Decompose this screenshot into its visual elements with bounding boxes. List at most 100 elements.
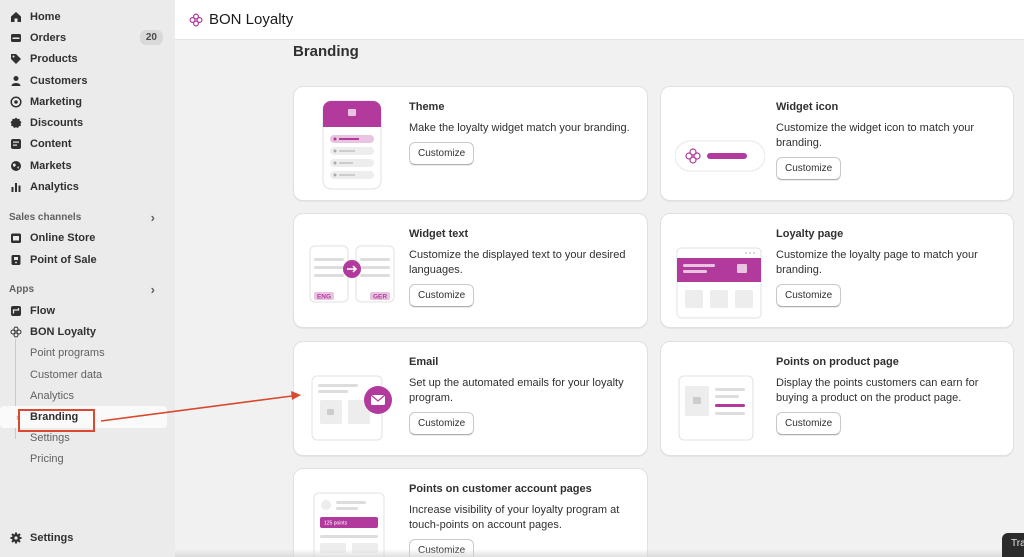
nav-marketing[interactable]: Marketing: [0, 91, 175, 112]
orders-count-badge: 20: [139, 30, 163, 46]
nav-flow[interactable]: Flow: [0, 300, 175, 321]
card-body: Theme Make the loyalty widget match your…: [409, 101, 633, 165]
sales-channels-heading[interactable]: Sales channels ›: [0, 207, 175, 228]
content-icon: [10, 138, 22, 150]
nav-products[interactable]: Products: [0, 49, 175, 70]
tag-icon: [10, 53, 22, 65]
card-loyalty-page: Loyalty page Customize the loyalty page …: [660, 213, 1014, 328]
nav-label: Discounts: [30, 117, 84, 130]
customize-widget-icon-button[interactable]: Customize: [776, 157, 842, 180]
customize-email-button[interactable]: Customize: [409, 412, 475, 435]
customize-loyalty-page-button[interactable]: Customize: [776, 284, 842, 307]
widget-text-illustration: ENG GER: [309, 245, 395, 303]
card-description: Set up the automated emails for your loy…: [409, 377, 624, 404]
card-email: Email Set up the automated emails for yo…: [293, 341, 648, 456]
nav-label: Flow: [30, 304, 56, 317]
nav-label: Settings: [30, 532, 74, 545]
nav-discounts[interactable]: Discounts: [0, 112, 175, 133]
card-widget-icon: Widget icon Customize the widget icon to…: [660, 86, 1014, 201]
nav-bon-loyalty[interactable]: BON Loyalty: [0, 322, 175, 343]
subnav-point-programs[interactable]: Point programs: [0, 343, 175, 364]
card-points-account-pages: 125 points Points on customer account pa…: [293, 468, 648, 557]
nav-label: BON Loyalty: [30, 326, 97, 339]
card-title: Widget icon: [776, 101, 839, 113]
bon-loyalty-logo-icon: [189, 12, 203, 27]
card-body: Points on product page Display the point…: [776, 356, 999, 435]
account-pages-illustration: 125 points: [313, 492, 385, 557]
app-title: BON Loyalty: [209, 11, 294, 28]
customize-product-page-button[interactable]: Customize: [776, 412, 842, 435]
store-icon: [10, 232, 22, 244]
subnav-analytics[interactable]: Analytics: [0, 385, 175, 406]
customize-theme-button[interactable]: Customize: [409, 142, 475, 165]
customize-widget-text-button[interactable]: Customize: [409, 284, 475, 307]
card-title: Points on product page: [776, 356, 899, 368]
flow-icon: [10, 305, 22, 317]
nav-markets[interactable]: Markets: [0, 155, 175, 176]
globe-icon: [10, 160, 22, 172]
card-body: Points on customer account pages Increas…: [409, 483, 633, 557]
app-header: BON Loyalty: [175, 0, 1024, 40]
branding-highlight-annotation: [18, 409, 95, 432]
target-icon: [10, 96, 22, 108]
card-description: Display the points customers can earn fo…: [776, 377, 979, 404]
nav-orders[interactable]: Orders 20: [0, 27, 175, 48]
card-widget-text: ENG GER Widget text Customize the displa…: [293, 213, 648, 328]
nav-label: Content: [30, 138, 72, 151]
eng-label: ENG: [317, 294, 331, 301]
nav-label: Home: [30, 10, 61, 23]
nav-label: Marketing: [30, 95, 82, 108]
bon-loyalty-submenu: Point programs Customer data Analytics B…: [0, 338, 175, 470]
discount-icon: [10, 117, 22, 129]
orders-icon: [10, 32, 22, 44]
chevron-right-icon: ›: [150, 209, 155, 225]
card-body: Widget icon Customize the widget icon to…: [776, 101, 999, 180]
chevron-right-icon: ›: [150, 282, 155, 298]
card-body: Loyalty page Customize the loyalty page …: [776, 228, 999, 307]
nav-analytics[interactable]: Analytics: [0, 176, 175, 197]
sidebar: Home Orders 20 Products Customers Market…: [0, 0, 175, 557]
nav-label: Orders: [30, 31, 67, 44]
card-title: Points on customer account pages: [409, 483, 592, 495]
nav-home[interactable]: Home: [0, 6, 175, 27]
card-title: Email: [409, 356, 439, 368]
product-page-illustration: [678, 375, 754, 441]
gear-icon: [10, 532, 22, 544]
card-body: Widget text Customize the displayed text…: [409, 228, 633, 307]
bottom-fade: [175, 549, 1024, 557]
card-description: Make the loyalty widget match your brand…: [409, 122, 630, 134]
nav-label: Products: [30, 53, 78, 66]
ger-label: GER: [373, 294, 387, 301]
person-icon: [10, 75, 22, 87]
apps-heading[interactable]: Apps ›: [0, 279, 175, 300]
nav-label: Customers: [30, 74, 88, 87]
bottom-tray-tab[interactable]: Tra: [1002, 533, 1024, 557]
page-title: Branding: [293, 43, 359, 60]
card-description: Increase visibility of your loyalty prog…: [409, 504, 620, 531]
nav-label: Analytics: [30, 181, 79, 194]
nav-point-of-sale[interactable]: Point of Sale: [0, 249, 175, 270]
pos-icon: [10, 254, 22, 266]
nav-customers[interactable]: Customers: [0, 70, 175, 91]
theme-illustration: [322, 100, 382, 190]
subnav-customer-data[interactable]: Customer data: [0, 364, 175, 385]
email-illustration: [311, 375, 392, 441]
card-description: Customize the displayed text to your des…: [409, 249, 626, 276]
nav-content[interactable]: Content: [0, 134, 175, 155]
bar-chart-icon: [10, 181, 22, 193]
nav-settings[interactable]: Settings: [0, 528, 175, 549]
subnav-pricing[interactable]: Pricing: [0, 449, 175, 470]
section-heading-label: Apps: [9, 284, 34, 296]
points-label: 125 points: [324, 521, 348, 527]
section-heading-label: Sales channels: [9, 211, 82, 223]
card-title: Theme: [409, 101, 445, 113]
home-icon: [10, 11, 22, 23]
flower-icon: [10, 326, 22, 338]
card-title: Loyalty page: [776, 228, 844, 240]
card-theme: Theme Make the loyalty widget match your…: [293, 86, 648, 201]
nav-label: Markets: [30, 159, 72, 172]
card-description: Customize the loyalty page to match your…: [776, 249, 978, 276]
nav-online-store[interactable]: Online Store: [0, 228, 175, 249]
card-description: Customize the widget icon to match your …: [776, 122, 975, 149]
card-body: Email Set up the automated emails for yo…: [409, 356, 633, 435]
